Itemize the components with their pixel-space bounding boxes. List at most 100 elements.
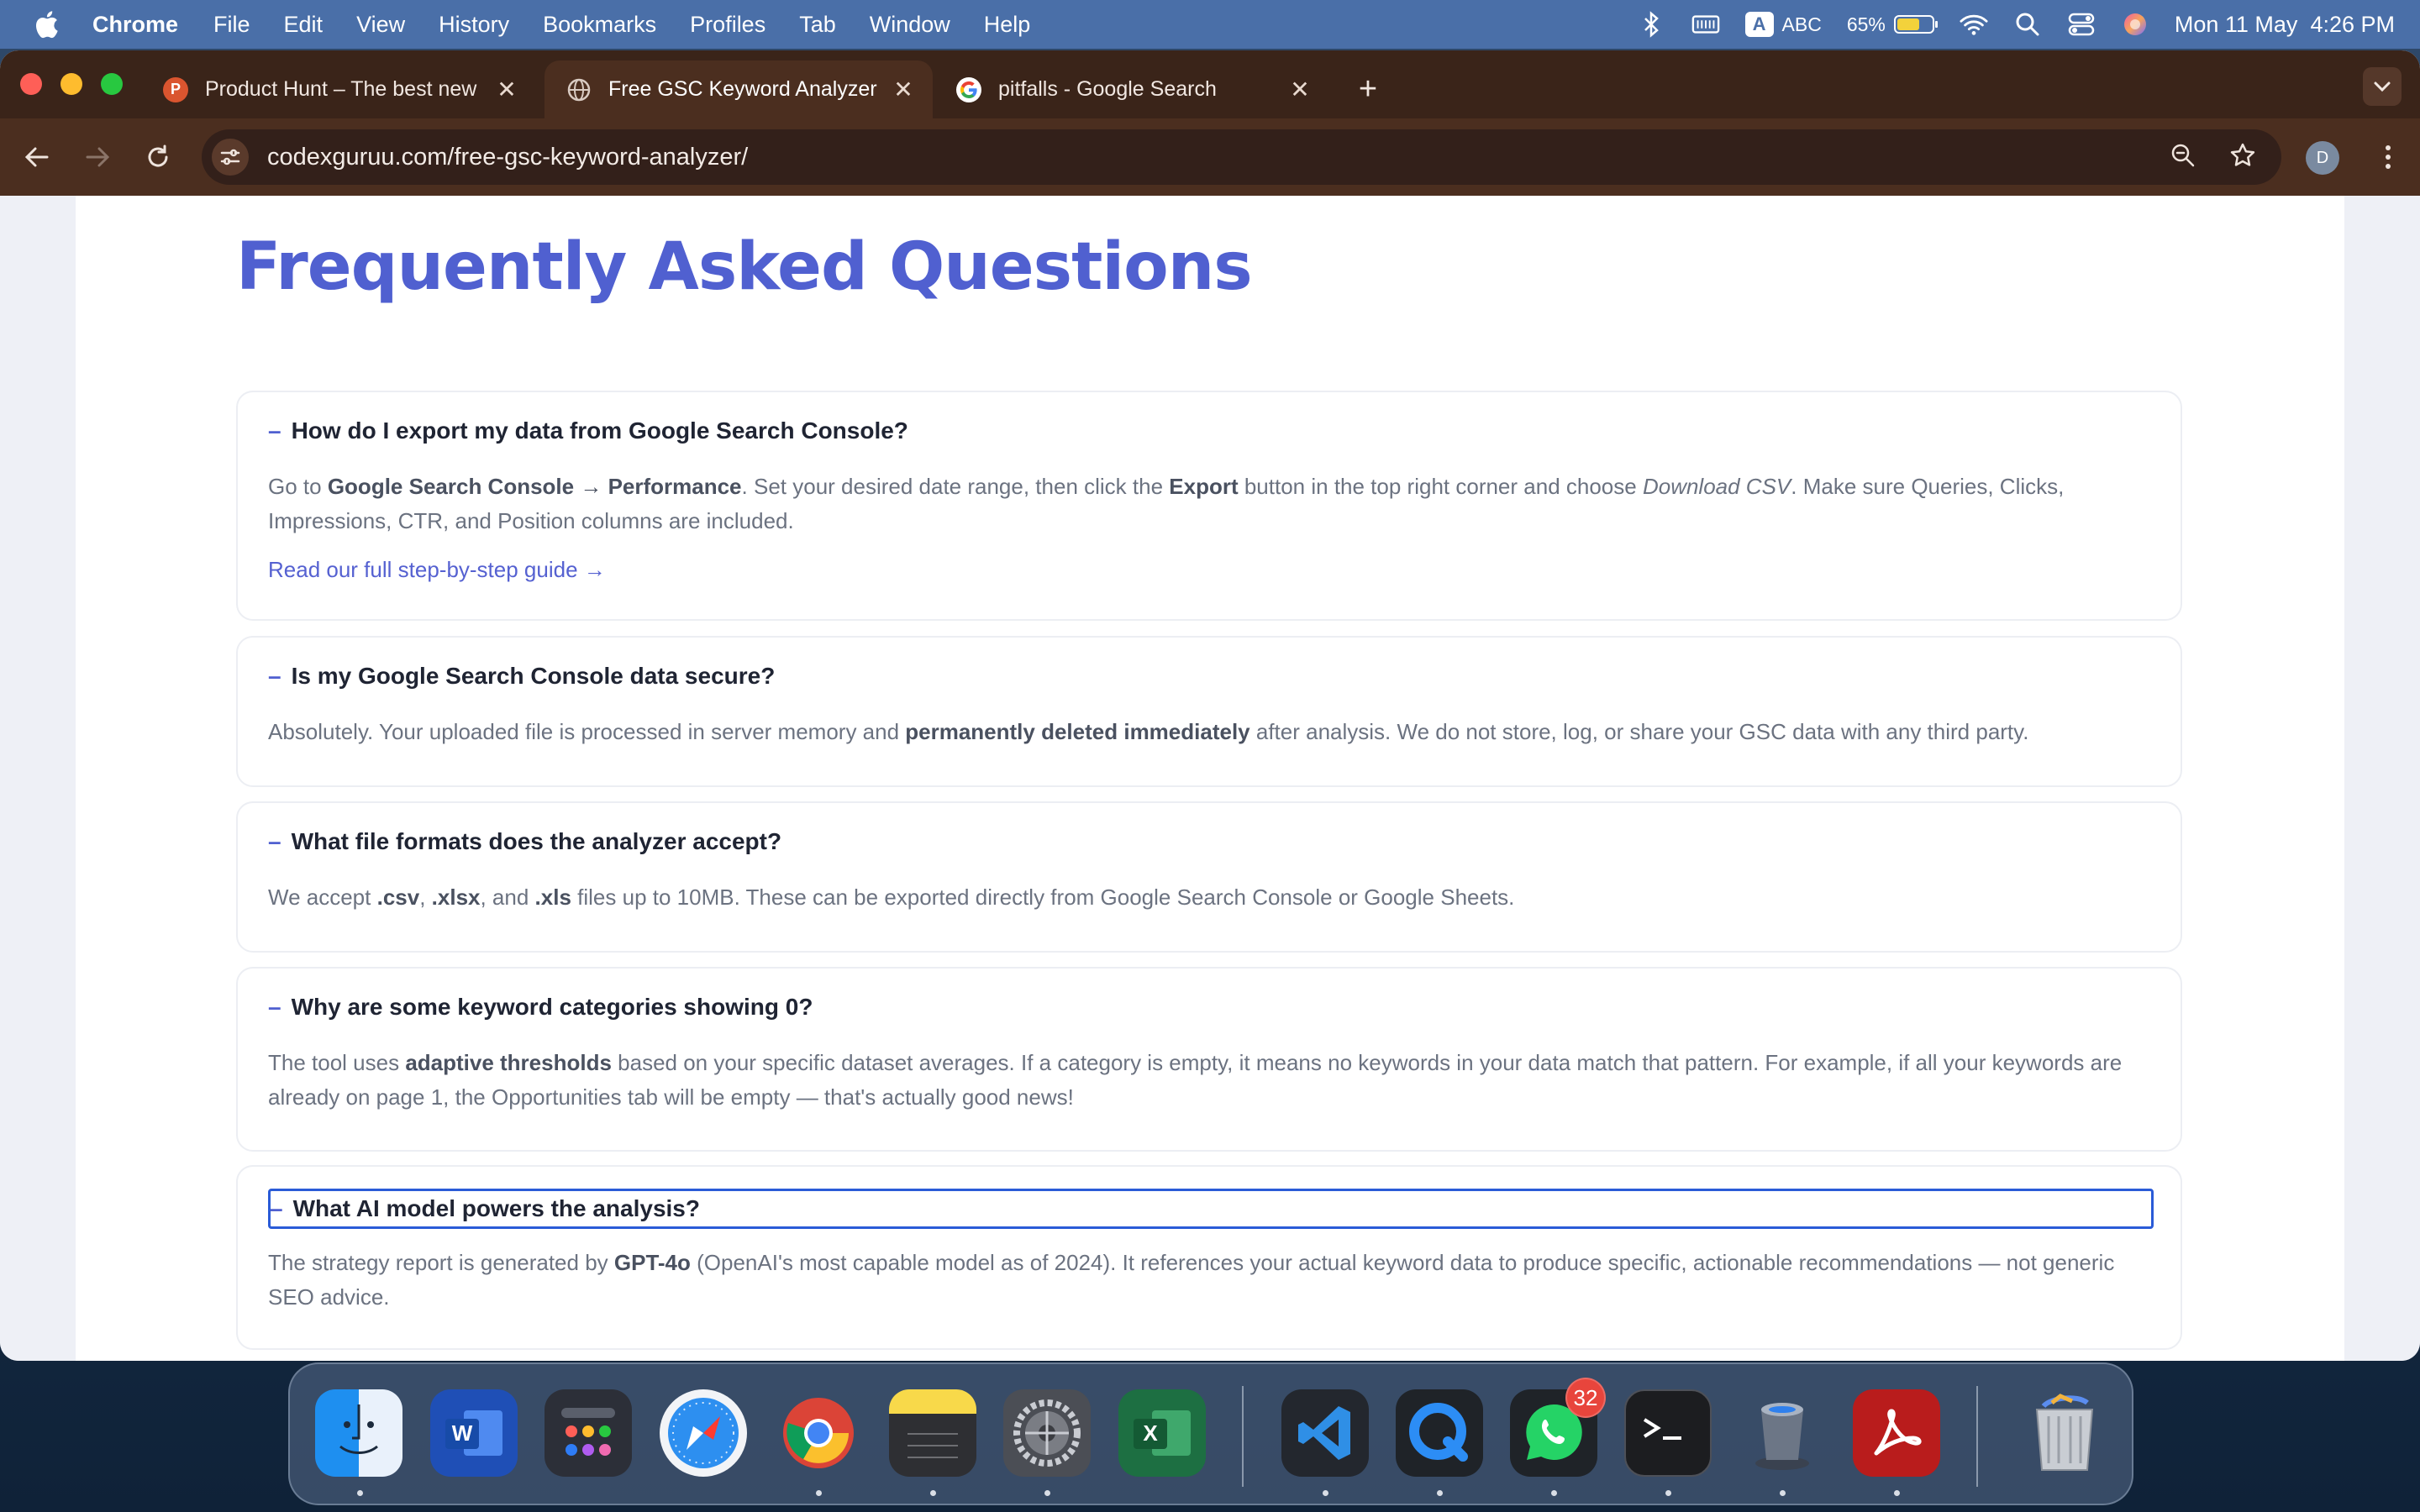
zoom-icon[interactable] (2170, 143, 2196, 172)
url-text[interactable]: codexguruu.com/free-gsc-keyword-analyzer… (267, 144, 2170, 171)
faq-answer: The tool uses adaptive thresholds based … (268, 1050, 2123, 1110)
spotlight-search-icon[interactable] (2013, 10, 2042, 39)
battery-icon[interactable] (1893, 15, 1938, 34)
dock: W X 32 (288, 1362, 2133, 1505)
address-bar[interactable]: codexguruu.com/free-gsc-keyword-analyzer… (202, 129, 2281, 185)
dock-separator (1976, 1386, 1978, 1487)
siri-icon[interactable] (2121, 10, 2149, 39)
control-center-icon[interactable] (2067, 10, 2096, 39)
site-info-icon[interactable] (212, 139, 249, 176)
keyboard-icon[interactable] (1691, 10, 1720, 39)
faq-question[interactable]: – Is my Google Search Console data secure… (268, 663, 775, 690)
menu-window[interactable]: Window (870, 12, 950, 38)
tab-title: Product Hunt – The best new products in … (205, 77, 482, 101)
clock[interactable]: Mon 11 May 4:26 PM (2175, 12, 2395, 38)
migration-assistant-icon[interactable] (1739, 1389, 1826, 1477)
faq-question[interactable]: – What AI model powers the analysis? (270, 1195, 700, 1222)
collapse-dash-icon: – (268, 994, 281, 1020)
menu-tab[interactable]: Tab (799, 12, 836, 38)
profile-avatar[interactable]: D (2306, 141, 2339, 175)
collapse-dash-icon: – (268, 828, 281, 854)
bluetooth-icon[interactable] (1638, 10, 1666, 39)
menu-file[interactable]: File (213, 12, 250, 38)
menu-bar: Chrome File Edit View History Bookmarks … (0, 0, 2420, 49)
back-button[interactable] (20, 140, 54, 174)
tab-google-search[interactable]: pitfalls - Google Search ✕ (934, 60, 1329, 118)
quicktime-icon[interactable] (1396, 1389, 1483, 1477)
minimize-window-button[interactable] (60, 73, 82, 95)
acrobat-icon[interactable] (1853, 1389, 1940, 1477)
running-indicator (1894, 1490, 1900, 1496)
reload-button[interactable] (141, 140, 175, 174)
new-tab-button[interactable]: + (1351, 71, 1385, 107)
tab-strip: P Product Hunt – The best new products i… (0, 50, 2420, 118)
close-tab-icon[interactable]: ✕ (891, 76, 916, 102)
menu-edit[interactable]: Edit (284, 12, 324, 38)
running-indicator (1665, 1490, 1671, 1496)
menu-help[interactable]: Help (984, 12, 1031, 38)
menu-bookmarks[interactable]: Bookmarks (543, 12, 656, 38)
close-window-button[interactable] (20, 73, 42, 95)
running-indicator (1780, 1490, 1786, 1496)
page-content: Frequently Asked Questions – How do I exp… (76, 196, 2344, 1361)
tab-search-button[interactable] (2363, 67, 2402, 106)
wifi-icon[interactable] (1960, 10, 1988, 39)
zoom-window-button[interactable] (101, 73, 123, 95)
chrome-icon[interactable] (775, 1389, 862, 1477)
collapse-dash-icon: – (268, 417, 281, 444)
tab-gsc-keyword-analyzer[interactable]: Free GSC Keyword Analyzer | CodexGuruu ✕ (544, 60, 933, 118)
product-hunt-favicon: P (163, 76, 188, 102)
faq-question[interactable]: – How do I export my data from Google Sea… (268, 417, 908, 444)
faq-item: – Is my Google Search Console data secure… (236, 636, 2182, 787)
notes-icon[interactable] (889, 1389, 976, 1477)
menu-app-name[interactable]: Chrome (92, 12, 178, 38)
window-controls (20, 73, 123, 95)
browser-menu-icon[interactable] (2371, 140, 2405, 174)
bookmark-star-icon[interactable] (2229, 142, 2256, 173)
tab-title: Free GSC Keyword Analyzer | CodexGuruu (608, 77, 879, 101)
launchpad-icon[interactable] (544, 1389, 632, 1477)
system-settings-icon[interactable] (1003, 1389, 1091, 1477)
running-indicator (930, 1490, 936, 1496)
globe-icon (566, 77, 592, 102)
vscode-icon[interactable] (1281, 1389, 1369, 1477)
faq-answer: Absolutely. Your uploaded file is proces… (268, 719, 2029, 744)
running-indicator (816, 1490, 822, 1496)
input-source-icon[interactable]: A (1744, 12, 1774, 37)
menu-view[interactable]: View (356, 12, 405, 38)
faq-item: – How do I export my data from Google Sea… (236, 391, 2182, 621)
word-icon[interactable]: W (430, 1389, 518, 1477)
browser-window: P Product Hunt – The best new products i… (0, 50, 2420, 1361)
faq-question[interactable]: – Why are some keyword categories showing… (268, 994, 813, 1021)
finder-icon[interactable] (315, 1389, 402, 1477)
excel-icon[interactable]: X (1118, 1389, 1206, 1477)
faq-item: – What file formats does the analyzer acc… (236, 801, 2182, 953)
faq-answer: We accept .csv, .xlsx, and .xls files up… (268, 885, 1515, 910)
menu-profiles[interactable]: Profiles (690, 12, 765, 38)
step-by-step-guide-link[interactable]: Read our full step-by-step guide → (268, 557, 606, 583)
close-tab-icon[interactable]: ✕ (1287, 76, 1313, 102)
whatsapp-icon[interactable]: 32 (1510, 1378, 1606, 1477)
browser-toolbar: codexguruu.com/free-gsc-keyword-analyzer… (0, 118, 2420, 196)
running-indicator (1323, 1490, 1328, 1496)
trash-icon[interactable] (2021, 1389, 2108, 1477)
tab-title: pitfalls - Google Search (998, 77, 1217, 101)
collapse-dash-icon: – (270, 1195, 283, 1221)
faq-item: – What AI model powers the analysis? The … (236, 1165, 2182, 1350)
running-indicator (1551, 1490, 1557, 1496)
svg-text:W: W (452, 1420, 473, 1446)
faq-question[interactable]: – What file formats does the analyzer acc… (268, 828, 781, 855)
faq-heading: Frequently Asked Questions (236, 229, 1253, 305)
notification-badge: 32 (1565, 1378, 1606, 1418)
google-icon (956, 76, 981, 102)
close-tab-icon[interactable]: ✕ (494, 76, 519, 102)
apple-menu-icon[interactable] (34, 8, 62, 41)
menu-history[interactable]: History (439, 12, 509, 38)
battery-percent: 65% (1846, 13, 1886, 35)
page-viewport: Frequently Asked Questions – How do I exp… (0, 196, 2420, 1361)
safari-icon[interactable] (660, 1389, 747, 1477)
terminal-icon[interactable] (1624, 1389, 1712, 1477)
tab-product-hunt[interactable]: P Product Hunt – The best new products i… (141, 60, 536, 118)
forward-button[interactable] (81, 140, 114, 174)
faq-item: – Why are some keyword categories showing… (236, 967, 2182, 1152)
